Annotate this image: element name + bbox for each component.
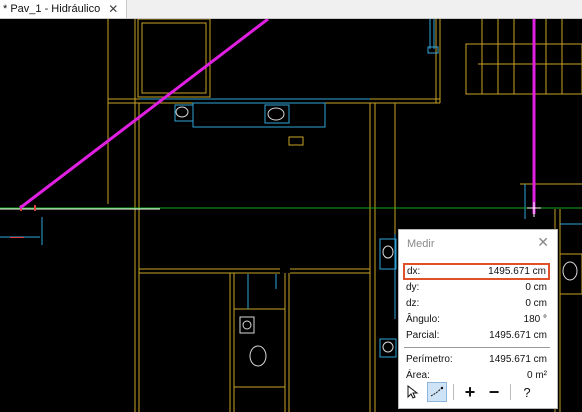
- measure-panel: Medir ✕ dx: 1495.671 cm dy: 0 cm dz: 0 c…: [398, 229, 558, 409]
- dx-row: dx: 1495.671 cm: [403, 263, 550, 280]
- cursor-icon: [407, 385, 419, 399]
- partial-value: 1495.671 cm: [489, 330, 547, 341]
- document-tab[interactable]: * Pav_1 - Hidráulico ✕: [0, 0, 128, 18]
- measure-cursor: [527, 202, 541, 217]
- angle-value: 180 °: [523, 314, 547, 325]
- polyline-icon: [430, 386, 444, 397]
- partial-label: Parcial:: [406, 330, 440, 341]
- add-point-button[interactable]: +: [460, 382, 480, 402]
- angle-label: Ângulo:: [406, 314, 440, 325]
- help-icon: ?: [523, 384, 531, 400]
- close-icon[interactable]: ✕: [537, 234, 549, 251]
- area-value: 0 m²: [527, 370, 547, 381]
- select-cursor-button[interactable]: [403, 382, 423, 402]
- dy-label: dy:: [406, 282, 420, 293]
- dx-value: 1495.671 cm: [488, 266, 546, 277]
- separator: [404, 347, 550, 348]
- minus-icon: −: [488, 381, 500, 402]
- toolbar-separator: [453, 384, 454, 400]
- polyline-measure-button[interactable]: [427, 382, 447, 402]
- plus-icon: +: [464, 381, 476, 402]
- measure-toolbar: + − ?: [403, 382, 551, 402]
- area-label: Área:: [406, 370, 430, 381]
- dimension-markers: [10, 205, 36, 238]
- area-row: Área: 0 m²: [404, 368, 549, 383]
- toolbar-separator-2: [510, 384, 511, 400]
- help-button[interactable]: ?: [517, 382, 537, 402]
- measure-diagonal-line: [19, 19, 269, 210]
- angle-row: Ângulo: 180 °: [404, 312, 549, 327]
- dy-value: 0 cm: [525, 282, 547, 293]
- document-tab-bar: * Pav_1 - Hidráulico ✕: [0, 0, 582, 19]
- close-tab-icon[interactable]: ✕: [108, 0, 118, 18]
- dz-label: dz:: [406, 298, 420, 309]
- document-tab-title: * Pav_1 - Hidráulico: [3, 3, 101, 15]
- dz-row: dz: 0 cm: [404, 296, 549, 311]
- dx-label: dx:: [407, 266, 421, 277]
- dz-value: 0 cm: [525, 298, 547, 309]
- dy-row: dy: 0 cm: [404, 280, 549, 295]
- panel-title: Medir: [407, 238, 435, 250]
- perimeter-value: 1495.671 cm: [489, 354, 547, 365]
- perimeter-label: Perímetro:: [406, 354, 453, 365]
- perimeter-row: Perímetro: 1495.671 cm: [404, 352, 549, 367]
- remove-point-button[interactable]: −: [484, 382, 504, 402]
- partial-row: Parcial: 1495.671 cm: [404, 328, 549, 343]
